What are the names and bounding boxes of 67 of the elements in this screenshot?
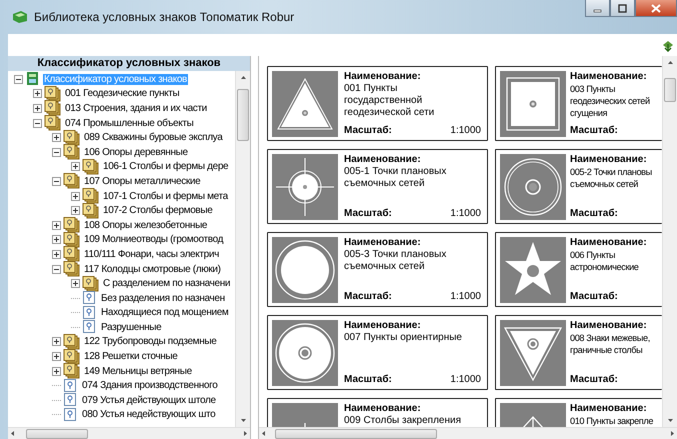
symbol-name: 003 Пункты геодезических сетей сгущения	[570, 83, 651, 120]
field-label: Наименование:	[570, 320, 648, 331]
tree-item[interactable]: 079 Устья действующих штоле	[81, 394, 217, 406]
field-label: Наименование:	[570, 154, 648, 165]
field-label: Масштаб:	[570, 208, 618, 219]
tree-item[interactable]: 149 Мельницы ветряные	[83, 366, 193, 377]
tree-item[interactable]: 117 Колодцы смотровые (люки)	[83, 264, 222, 275]
tree-item[interactable]: 110/111 Фонари, часы электрич	[83, 248, 220, 260]
scale-value: 1:1000	[450, 208, 481, 219]
tree-item[interactable]: С разделением по назначени	[102, 278, 232, 290]
tree-item[interactable]: 106 Опоры деревянные	[83, 146, 189, 158]
tree-item[interactable]: 108 Опоры железобетонные	[83, 220, 208, 231]
symbol-card[interactable]: Наименование: 001 Пункты государственной геодезической сети Масштаб: 1:1000	[267, 66, 488, 141]
tree-item[interactable]: Разрушенные	[100, 322, 162, 333]
field-label: Масштаб:	[570, 291, 618, 302]
symbol-name: 005-1 Точки плановых съемочных сетей	[344, 166, 448, 191]
tree-item[interactable]: 106-1 Столбы и фермы дере	[102, 161, 230, 172]
field-label: Наименование:	[570, 237, 648, 248]
tree-item[interactable]: Находящиеся под мощением	[100, 307, 230, 318]
field-label: Масштаб:	[570, 125, 618, 136]
field-label: Наименование:	[570, 71, 648, 82]
field-label: Наименование:	[344, 154, 422, 165]
field-label: Наименование:	[344, 320, 422, 331]
symbol-card[interactable]: Наименование: 009 Столбы закрепления	[267, 398, 488, 427]
scale-value: 1:1000	[450, 125, 481, 136]
symbol-card[interactable]: Наименование: 005-2 Точки плановы съемочных сетей Масштаб:	[495, 149, 662, 224]
tree-item[interactable]: 074 Промышленные объекты	[64, 118, 194, 129]
panel-header: Классификатор условных знаков	[8, 56, 250, 71]
tree-item[interactable]: 001 Геодезические пункты	[64, 88, 180, 100]
field-label: Наименование:	[344, 237, 422, 248]
window-title: Библиотека условных знаков Топоматик Robur	[34, 10, 296, 24]
field-label: Наименование:	[344, 71, 422, 82]
symbol-name: 005-2 Точки плановы съемочных сетей	[570, 166, 653, 191]
field-label: Наименование:	[570, 403, 648, 414]
scale-value: 1:1000	[450, 374, 481, 385]
tree-item[interactable]: 089 Скважины буровые эксплуа	[83, 132, 224, 144]
tree-item[interactable]: 107 Опоры металлические	[83, 176, 202, 187]
symbol-name: 009 Столбы закрепления	[344, 415, 462, 427]
symbol-name: 005-3 Точки плановых съемочных сетей	[344, 249, 448, 274]
tree-item[interactable]: 074 Здания производственного	[81, 380, 218, 392]
symbol-name: 006 Пункты астрономические	[570, 249, 640, 274]
scale-value: 1:1000	[450, 291, 481, 302]
symbol-name: 010 Пункты закрепле	[570, 415, 654, 427]
tree-item[interactable]: 080 Устья недействующих што	[81, 409, 216, 420]
symbol-name: 001 Пункты государственной геодезической сети	[344, 83, 436, 120]
tree-item[interactable]: 109 Молниеотводы (громоотвод	[83, 234, 224, 246]
field-label: Наименование:	[344, 403, 422, 414]
tree-item[interactable]: 122 Трубопроводы подземные	[83, 336, 218, 348]
tree-item[interactable]: 128 Решетки сточные	[83, 351, 178, 362]
symbol-card[interactable]: Наименование: 005-1 Точки плановых съемочных сетей Масштаб: 1:1000	[267, 149, 488, 224]
symbol-card[interactable]: Наименование: 007 Пункты ориентирные Масштаб: 1:1000	[267, 315, 488, 390]
field-label: Масштаб:	[344, 125, 392, 136]
symbol-name: 008 Знаки межевые, граничные столбы	[570, 332, 651, 357]
tree-item[interactable]: 107-1 Столбы и фермы мета	[102, 190, 229, 202]
field-label: Масштаб:	[570, 374, 618, 385]
symbol-name: 007 Пункты ориентирные	[344, 332, 463, 345]
field-label: Масштаб:	[344, 374, 392, 385]
symbol-card[interactable]: Наименование: 008 Знаки межевые, граничные столбы Масштаб:	[495, 315, 662, 390]
symbol-card[interactable]: Наименование: 010 Пункты закрепле	[495, 398, 662, 427]
tree-item[interactable]: Без разделения по назначен	[100, 292, 226, 304]
tree-item[interactable]: 013 Строения, здания и их части	[64, 102, 208, 114]
symbol-card[interactable]: Наименование: 003 Пункты геодезических сетей сгущения Масштаб:	[495, 66, 662, 141]
field-label: Масштаб:	[344, 291, 392, 302]
tree-item[interactable]: 107-2 Столбы фермовые	[102, 205, 214, 216]
symbol-card[interactable]: Наименование: 005-3 Точки плановых съемочных сетей Масштаб: 1:1000	[267, 232, 488, 307]
symbol-card[interactable]: Наименование: 006 Пункты астрономические Масштаб:	[495, 232, 662, 307]
field-label: Масштаб:	[344, 208, 392, 219]
